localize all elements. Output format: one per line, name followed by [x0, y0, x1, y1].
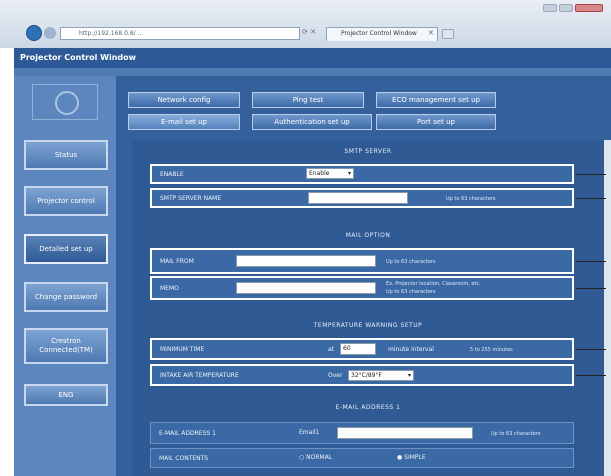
intake-prefix: Over — [328, 372, 343, 379]
mail-contents-row: MAIL CONTENTS ○ NORMAL ● SIMPLE — [150, 448, 574, 468]
callout-line — [576, 174, 606, 175]
maximize-icon[interactable] — [559, 4, 573, 12]
projector-logo-icon — [32, 84, 98, 120]
tab-ping-test[interactable]: Ping test — [252, 92, 364, 108]
smtp-server-label: SMTP SERVER NAME — [160, 194, 222, 202]
memo-input[interactable] — [236, 282, 376, 294]
interval-input[interactable]: 60 — [340, 343, 376, 355]
sidebar-item-eng[interactable]: ENG — [24, 384, 108, 406]
normal-radio[interactable]: ○ NORMAL — [299, 454, 332, 461]
mail-from-label: MAIL FROM — [160, 257, 194, 265]
tab-eco-management[interactable]: ECO management set up — [376, 92, 496, 108]
browser-chrome: http://192.168.0.8/ ... ⟳ ✕ Projector Co… — [0, 0, 611, 48]
sidebar — [14, 76, 116, 476]
smtp-enable-row: ENABLE Enable ▾ — [150, 164, 574, 184]
close-icon[interactable] — [575, 4, 603, 12]
tab-authentication[interactable]: Authentication set up — [252, 114, 372, 130]
simple-radio[interactable]: ● SIMPLE — [397, 454, 426, 461]
chevron-down-icon: ▾ — [347, 170, 351, 177]
callout-line — [576, 288, 606, 289]
interval-unit: minute interval — [388, 346, 434, 353]
temperature-section-title: TEMPERATURE WARNING SETUP — [313, 322, 423, 329]
mail-contents-label: MAIL CONTENTS — [159, 454, 209, 462]
tab-email-set-up[interactable]: E-mail set up — [128, 114, 240, 130]
intake-air-row: INTAKE AIR TEMPERATURE Over 32°C/89°F ▾ — [150, 364, 574, 386]
email1-address-label: E-MAIL ADDRESS 1 — [159, 429, 216, 437]
mail-from-note: Up to 63 characters — [386, 259, 436, 265]
sidebar-item-projector-control[interactable]: Projector control — [24, 186, 108, 216]
back-button-icon[interactable] — [26, 25, 42, 41]
memo-label: MEMO — [160, 284, 179, 292]
email1-prefix: Email1 — [299, 429, 320, 436]
callout-line — [576, 375, 606, 376]
header-band — [14, 68, 611, 76]
memo-note-1: Ex. Projector location, Classroom, etc. — [386, 281, 481, 287]
sidebar-item-change-password[interactable]: Change password — [24, 282, 108, 312]
mail-from-input[interactable] — [236, 255, 376, 267]
sidebar-item-detailed-set-up[interactable]: Detailed set up — [24, 234, 108, 264]
tab-network-config[interactable]: Network config — [128, 92, 240, 108]
refresh-icon[interactable]: ⟳ ✕ — [302, 28, 316, 36]
scrollbar[interactable] — [604, 140, 611, 476]
email1-section-title: E-MAIL ADDRESS 1 — [335, 404, 401, 411]
window-controls — [543, 4, 603, 12]
email1-address-row: E-MAIL ADDRESS 1 Email1 Up to 63 charact… — [150, 422, 574, 444]
smtp-section-title: SMTP SERVER — [344, 148, 392, 155]
intake-air-label: INTAKE AIR TEMPERATURE — [160, 371, 239, 379]
tab-close-icon[interactable]: ✕ — [428, 29, 434, 37]
email1-address-input[interactable] — [337, 427, 473, 439]
intake-temperature-select[interactable]: 32°C/89°F ▾ — [348, 370, 414, 381]
sidebar-item-status[interactable]: Status — [24, 140, 108, 170]
mail-from-row: MAIL FROM Up to 63 characters — [150, 248, 574, 274]
callout-line — [576, 261, 606, 262]
enable-label: ENABLE — [160, 170, 184, 178]
forward-button-icon[interactable] — [44, 27, 56, 39]
minimum-time-row: MINIMUM TIME at 60 minute interval 5 to … — [150, 338, 574, 360]
app-title: Projector Control Window — [14, 48, 611, 68]
chevron-down-icon: ▾ — [407, 372, 411, 379]
address-bar[interactable]: http://192.168.0.8/ ... — [60, 27, 300, 40]
interval-range-note: 5 to 255 minutes — [470, 347, 513, 353]
smtp-server-row: SMTP SERVER NAME Up to 63 characters — [150, 188, 574, 208]
memo-row: MEMO Ex. Projector location, Classroom, … — [150, 276, 574, 300]
browser-tab[interactable]: Projector Control Window — [326, 27, 438, 41]
minimize-icon[interactable] — [543, 4, 557, 12]
mail-option-section-title: MAIL OPTION — [345, 232, 391, 239]
email1-address-note: Up to 63 characters — [491, 431, 541, 437]
callout-line — [576, 198, 606, 199]
new-tab-button[interactable] — [442, 29, 454, 39]
callout-line — [576, 349, 606, 350]
tab-port-set-up[interactable]: Port set up — [376, 114, 496, 130]
enable-select[interactable]: Enable ▾ — [306, 168, 354, 179]
minimum-time-label: MINIMUM TIME — [160, 345, 205, 353]
smtp-server-input[interactable] — [308, 192, 408, 204]
sidebar-item-crestron[interactable]: Crestron Connected(TM) — [24, 328, 108, 364]
memo-note-2: Up to 63 characters — [386, 289, 436, 295]
smtp-server-note: Up to 63 characters — [446, 196, 496, 202]
interval-prefix: at — [328, 346, 335, 353]
